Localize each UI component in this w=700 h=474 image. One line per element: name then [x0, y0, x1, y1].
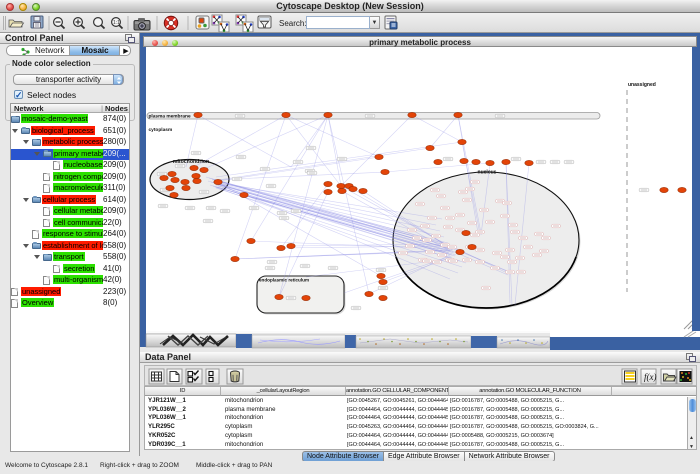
svg-text:mitochondrion: mitochondrion: [173, 159, 209, 165]
svg-text:1:1: 1:1: [113, 20, 120, 26]
svg-text:f(x): f(x): [644, 372, 657, 382]
svg-text:cytoplasm: cytoplasm: [149, 127, 173, 133]
svg-text:endoplasmic reticulum: endoplasmic reticulum: [259, 278, 309, 283]
svg-text:nucleus: nucleus: [478, 170, 497, 176]
svg-text:plasma membrane: plasma membrane: [149, 114, 191, 120]
svg-text:unassigned: unassigned: [628, 82, 656, 88]
